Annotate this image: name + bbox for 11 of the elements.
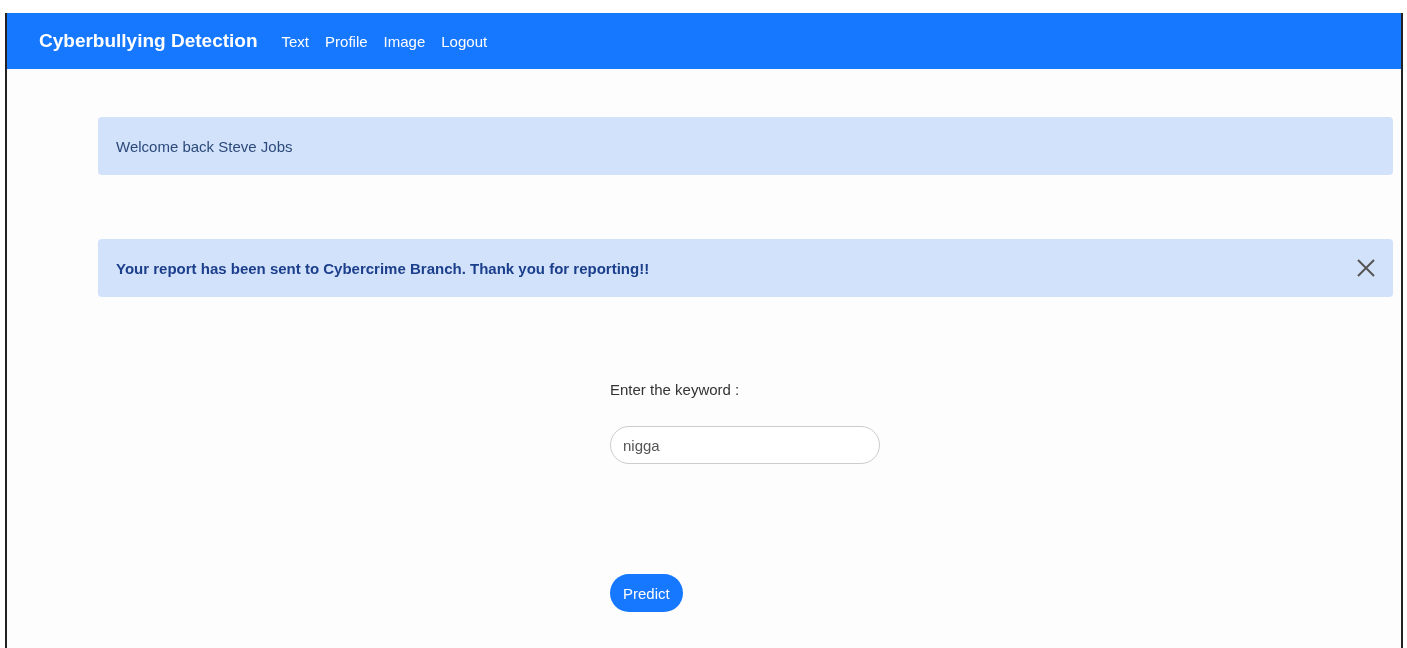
keyword-input[interactable]: nigga xyxy=(610,426,880,464)
alert-text: Welcome back Steve Jobs xyxy=(116,137,293,155)
brand-title[interactable]: Cyberbullying Detection xyxy=(39,30,258,52)
predict-button[interactable]: Predict xyxy=(610,574,683,612)
alert-text: Your report has been sent to Cybercrime Branch. Thank you for reporting!! xyxy=(116,259,650,277)
nav-link[interactable]: Logout xyxy=(441,32,488,50)
keyword-label: Enter the keyword : xyxy=(610,381,740,398)
nav-link[interactable]: Text xyxy=(281,32,310,50)
nav-link[interactable]: Profile xyxy=(325,32,368,50)
nav-link[interactable]: Image xyxy=(383,32,426,50)
close-icon[interactable] xyxy=(1357,259,1375,277)
